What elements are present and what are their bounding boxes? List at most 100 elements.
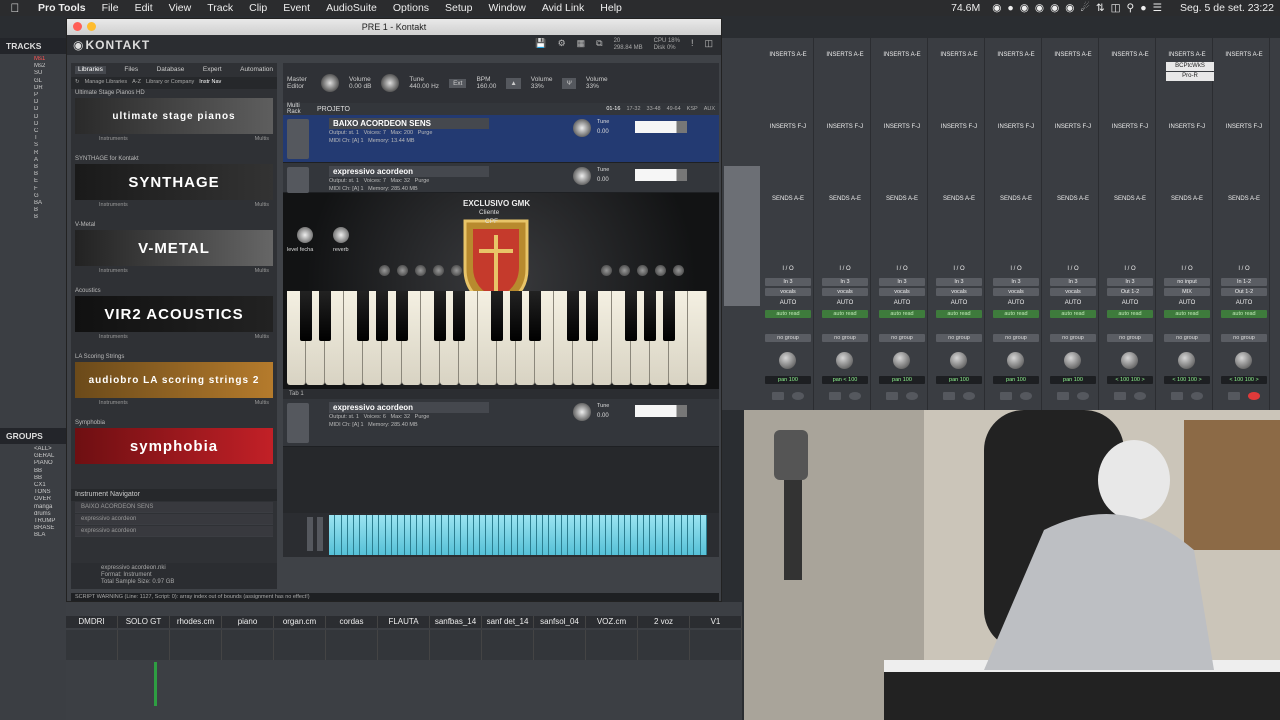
lower-track-controls[interactable] — [430, 630, 482, 660]
menu-file[interactable]: File — [94, 2, 127, 14]
automation-mode-selector[interactable]: auto read — [936, 310, 982, 318]
wrench-icon[interactable] — [287, 167, 309, 193]
lower-track-controls[interactable] — [170, 630, 222, 660]
lower-track-controls[interactable] — [326, 630, 378, 660]
track-list-item[interactable]: D — [34, 99, 66, 106]
group-list-item[interactable]: TONS — [34, 489, 66, 496]
inserts-fj-label[interactable]: INSERTS F-J — [992, 124, 1040, 130]
lower-track-controls[interactable] — [274, 630, 326, 660]
automation-mode-selector[interactable]: auto read — [1164, 310, 1210, 318]
output-selector[interactable]: vocals — [879, 288, 925, 296]
accordion-black-key[interactable] — [433, 291, 446, 341]
inserts-ae-label[interactable]: INSERTS A-E — [992, 52, 1040, 58]
pan-knob[interactable] — [1235, 352, 1252, 369]
accordion-black-key[interactable] — [452, 291, 465, 341]
kontakt-titlebar[interactable]: PRE 1 - Kontakt — [67, 19, 721, 35]
solo-button[interactable] — [886, 392, 898, 400]
accordion-black-key[interactable] — [300, 291, 313, 341]
rack-view-icon[interactable]: ▦ — [577, 38, 586, 52]
pan-knob[interactable] — [893, 352, 910, 369]
midi-channel[interactable]: MIDI Ch: [A] 1 — [329, 422, 364, 428]
bpm-value[interactable]: 160.00 — [476, 83, 496, 90]
automation-mode-selector[interactable]: auto read — [822, 310, 868, 318]
group-list-item[interactable]: GERAL — [34, 453, 66, 460]
input-selector[interactable]: In 3 — [879, 278, 925, 286]
bass-button[interactable] — [637, 265, 648, 276]
library-banner[interactable]: V-METAL — [75, 230, 273, 266]
track-list-item[interactable]: B — [34, 164, 66, 171]
group-list-item[interactable]: PIANO — [34, 460, 66, 467]
menu-app[interactable]: Pro Tools — [30, 2, 94, 14]
instrument-slot-1[interactable]: BAIXO ACORDEON SENS Output: st. 1 Voices… — [283, 115, 719, 163]
volume-slider[interactable] — [635, 121, 687, 133]
record-button[interactable] — [906, 392, 918, 400]
lower-track-name[interactable]: SOLO GT — [118, 616, 170, 628]
lower-track-name[interactable]: organ.cm — [274, 616, 326, 628]
inserts-ae-label[interactable]: INSERTS A-E — [1106, 52, 1154, 58]
lower-track-controls[interactable] — [690, 630, 742, 660]
master-volume-value[interactable]: 0.00 dB — [349, 83, 371, 90]
sends-ae-label[interactable]: SENDS A-E — [1220, 196, 1268, 202]
level-knob[interactable] — [297, 227, 313, 243]
virtual-key[interactable] — [700, 515, 707, 555]
automation-mode-selector[interactable]: auto read — [765, 310, 811, 318]
inserts-fj-label[interactable]: INSERTS F-J — [935, 124, 983, 130]
rack-page-ksp[interactable]: KSP — [687, 106, 698, 112]
record-button[interactable] — [1077, 392, 1089, 400]
output-selector[interactable]: vocals — [822, 288, 868, 296]
accordion-black-key[interactable] — [357, 291, 370, 341]
group-list-item[interactable]: BRASE — [34, 525, 66, 532]
library-multis-link[interactable]: Multis — [255, 136, 269, 142]
solo-button[interactable] — [1057, 392, 1069, 400]
manage-libraries-button[interactable]: Manage Libraries — [85, 79, 128, 87]
sort-az-button[interactable]: A-Z — [132, 79, 141, 87]
rack-page-1[interactable]: 01-16 — [606, 106, 620, 112]
menu-view[interactable]: View — [161, 2, 200, 14]
library-multis-link[interactable]: Multis — [255, 334, 269, 340]
volume-slider[interactable] — [635, 405, 687, 417]
group-list-item[interactable]: TRUMP — [34, 518, 66, 525]
inserts-ae-label[interactable]: INSERTS A-E — [878, 52, 926, 58]
tune-value[interactable]: 0.00 — [597, 129, 609, 135]
purge-button[interactable]: Purge — [418, 130, 433, 136]
group-list-item[interactable]: BB — [34, 468, 66, 475]
solo-button[interactable] — [1000, 392, 1012, 400]
instrument-name[interactable]: BAIXO ACORDEON SENS — [329, 118, 489, 129]
menu-clip[interactable]: Clip — [241, 2, 275, 14]
group-selector[interactable]: no group — [1050, 334, 1096, 342]
menu-window[interactable]: Window — [481, 2, 534, 14]
pan-knob[interactable] — [1064, 352, 1081, 369]
group-list-item[interactable]: BB — [34, 475, 66, 482]
master-volume-knob[interactable] — [321, 74, 339, 92]
lower-track-controls[interactable] — [482, 630, 534, 660]
accordion-black-key[interactable] — [376, 291, 389, 341]
lower-track-name[interactable]: DMDRI — [66, 616, 118, 628]
lower-track-controls[interactable] — [534, 630, 586, 660]
tracks-list[interactable]: Ms1 Ms2 SU GL DR P D D D D C T S R A B B E F G BA B B — [0, 54, 66, 428]
navigator-item[interactable]: expressivo acordeon — [75, 514, 273, 525]
tune-knob[interactable] — [573, 119, 591, 137]
lower-track-name[interactable]: sanfsol_04 — [534, 616, 586, 628]
library-multis-link[interactable]: Multis — [255, 400, 269, 406]
sends-ae-label[interactable]: SENDS A-E — [1049, 196, 1097, 202]
menu-audiosuite[interactable]: AudioSuite — [318, 2, 385, 14]
pan-knob[interactable] — [950, 352, 967, 369]
library-entry[interactable]: Acoustics VIR2 ACOUSTICS Instruments Multis — [71, 287, 277, 353]
group-selector[interactable]: no group — [822, 334, 868, 342]
accordion-black-key[interactable] — [529, 291, 542, 341]
pan-knob[interactable] — [1007, 352, 1024, 369]
bass-button[interactable] — [397, 265, 408, 276]
track-list-item[interactable]: DR — [34, 85, 66, 92]
bass-button[interactable] — [619, 265, 630, 276]
accordion-black-key[interactable] — [395, 291, 408, 341]
accordion-black-key[interactable] — [586, 291, 599, 341]
bass-button[interactable] — [601, 265, 612, 276]
reverb-knob[interactable] — [333, 227, 349, 243]
output-selector[interactable]: vocals — [936, 288, 982, 296]
record-button[interactable] — [1134, 392, 1146, 400]
tab-database[interactable]: Database — [157, 66, 185, 74]
library-entry[interactable]: V-Metal V-METAL Instruments Multis — [71, 221, 277, 287]
tracks-header[interactable]: TRACKS — [0, 38, 66, 54]
track-list-item[interactable]: D — [34, 121, 66, 128]
track-list-item[interactable]: D — [34, 114, 66, 121]
